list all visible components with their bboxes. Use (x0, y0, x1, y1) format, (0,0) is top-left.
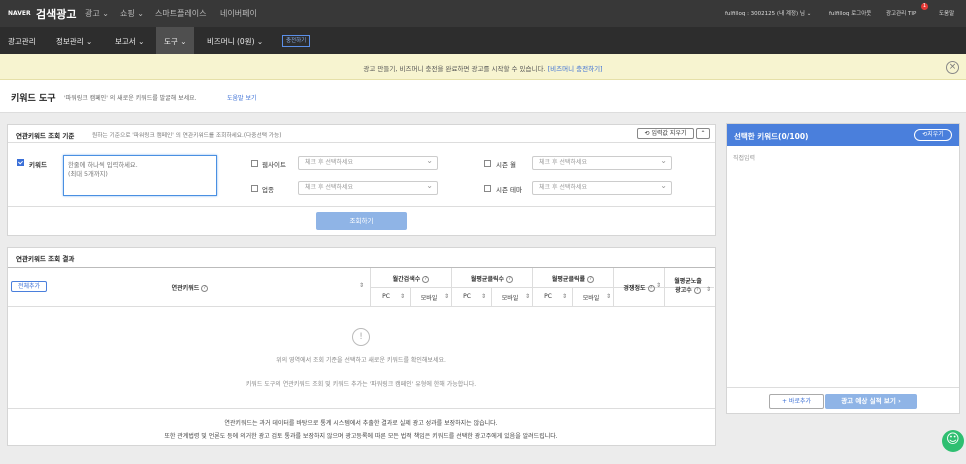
page-description: '파워링크 캠페인' 의 새로운 키워드를 발굴해 보세요. (64, 95, 197, 102)
keyword-checkbox[interactable] (17, 159, 24, 166)
col-avg-ads[interactable]: 월평균노출 광고수 ? (666, 277, 710, 295)
help-icon[interactable]: ? (201, 285, 209, 292)
tip-link[interactable]: 광고관리 TIP (886, 9, 916, 17)
website-label: 웹사이트 (262, 161, 286, 169)
divider (410, 288, 411, 306)
empty-note: 키워드 도구의 연관키워드 조회 및 키워드 추가는 '파워링크 캠페인' 유형… (245, 381, 477, 388)
clear-selected-button[interactable]: ⟲지우기 (914, 129, 952, 141)
refresh-icon: ⟲ (644, 130, 650, 137)
season-month-checkbox[interactable] (484, 160, 491, 167)
results-panel-title: 연관키워드 조회 결과 (16, 255, 75, 263)
sub-pc-search[interactable]: PC (371, 293, 401, 300)
divider (8, 267, 715, 268)
divider (8, 142, 715, 143)
close-icon[interactable]: × (946, 61, 959, 74)
sort-icon[interactable]: ⇕ (606, 293, 611, 300)
divider (491, 288, 492, 306)
search-panel-desc: 원하는 기준으로 '파워링크 캠페인' 의 연관키워드를 조회하세요.(다중선택… (92, 133, 282, 139)
search-panel-title: 연관키워드 조회 기준 (16, 132, 75, 140)
direct-input-field[interactable]: 직접입력 (733, 153, 755, 162)
sort-icon[interactable]: ⇕ (706, 286, 711, 293)
col-avg-ctr: 월평균클릭률 ? (533, 274, 613, 283)
service-title[interactable]: 검색광고 (36, 6, 76, 22)
sub-mobile-search[interactable]: 모바일 (412, 293, 446, 302)
collapse-button[interactable]: ⌃ (696, 128, 710, 139)
reset-input-button[interactable]: ⟲ 입력값 지우기 (637, 128, 694, 139)
chatbot-icon[interactable] (942, 430, 964, 452)
naver-logo[interactable]: NAVER (8, 10, 31, 17)
info-icon: ! (352, 328, 370, 346)
selected-keywords-panel (726, 123, 960, 414)
sub-pc-ctr[interactable]: PC (533, 293, 563, 300)
tip-badge: 1 (921, 3, 928, 10)
notice-text: 광고 만들기, 비즈머니 충전을 완료하면 광고를 시작할 수 있습니다. [비… (363, 65, 603, 73)
chevron-up-icon: ⌃ (700, 130, 706, 137)
add-all-button[interactable]: 전체추가 (11, 281, 47, 292)
sort-icon[interactable]: ⇕ (481, 293, 486, 300)
help-link[interactable]: 도움말 (939, 9, 954, 17)
add-now-button[interactable]: + 바로추가 (769, 394, 824, 409)
top-bar (0, 0, 966, 27)
keyword-input[interactable] (63, 155, 217, 196)
sub-mobile-clicks[interactable]: 모바일 (493, 293, 527, 302)
nav-info-management[interactable]: 정보관리 ⌄ (56, 36, 92, 47)
help-icon[interactable]: ? (693, 287, 701, 294)
sort-icon[interactable]: ⇕ (444, 293, 449, 300)
disclaimer-line-1: 연관키워드는 과거 데이터를 바탕으로 통계 시스템에서 추출한 결과로 실제 … (224, 420, 498, 427)
industry-label: 업종 (262, 186, 274, 194)
notice-charge-link[interactable]: [비즈머니 충전하기] (548, 65, 603, 73)
sub-pc-clicks[interactable]: PC (452, 293, 482, 300)
divider (664, 268, 665, 306)
sort-icon[interactable]: ⇕ (656, 282, 661, 289)
divider (8, 408, 715, 409)
help-guide-link[interactable]: 도움말 보기 (227, 93, 257, 102)
divider (8, 306, 715, 307)
season-theme-label: 시즌 테마 (496, 186, 522, 194)
nav-bar (0, 27, 966, 54)
season-month-select[interactable]: 체크 후 선택하세요 (532, 155, 672, 170)
col-keyword[interactable]: 연관키워드 ? (140, 283, 240, 292)
charge-button[interactable]: 충전하기 (282, 35, 311, 47)
col-search-count: 월간검색수 ? (371, 274, 451, 283)
industry-select[interactable]: 체크 후 선택하세요 (298, 180, 438, 195)
search-submit-button[interactable]: 조회하기 (316, 212, 407, 230)
nav-reports[interactable]: 보고서 ⌄ (115, 36, 144, 47)
website-select[interactable]: 체크 후 선택하세요 (298, 155, 438, 170)
help-icon[interactable]: ? (647, 285, 655, 292)
divider (727, 387, 959, 388)
top-menu-smartplace[interactable]: 스마트플레이스 (155, 8, 207, 19)
industry-checkbox[interactable] (251, 185, 258, 192)
help-icon[interactable]: ? (506, 276, 514, 283)
logout-link[interactable]: fulfilloq 로그아웃 (829, 9, 871, 17)
sort-icon[interactable]: ⇕ (400, 293, 405, 300)
help-icon[interactable]: ? (587, 276, 595, 283)
empty-message: 위의 영역에서 조회 기준을 선택하고 새로운 키워드를 확인해보세요. (276, 357, 446, 364)
sort-icon[interactable]: ⇕ (525, 293, 530, 300)
selected-panel-title: 선택한 키워드(0/100) (734, 132, 809, 141)
col-avg-clicks: 월평균클릭수 ? (452, 274, 532, 283)
sub-mobile-ctr[interactable]: 모바일 (574, 293, 608, 302)
top-menu-ads[interactable]: 광고 ⌄ (85, 8, 109, 19)
estimate-performance-button[interactable]: 광고 예상 실적 보기 › (825, 394, 917, 409)
season-theme-checkbox[interactable] (484, 185, 491, 192)
nav-bizmoney[interactable]: 비즈머니 (0원) ⌄ (207, 36, 263, 47)
website-checkbox[interactable] (251, 160, 258, 167)
sort-icon[interactable]: ⇕ (562, 293, 567, 300)
nav-ad-management[interactable]: 광고관리 (8, 36, 36, 47)
keyword-label: 키워드 (29, 161, 47, 169)
page-header: 키워드 도구 '파워링크 캠페인' 의 새로운 키워드를 발굴해 보세요. 도움… (0, 80, 966, 113)
season-theme-select[interactable]: 체크 후 선택하세요 (532, 180, 672, 195)
disclaimer-line-2: 또한 관계법령 및 언론도 등에 의거한 광고 검토 통과를 보장하지 않으며 … (164, 433, 558, 440)
top-menu-shopping[interactable]: 쇼핑 ⌄ (120, 8, 144, 19)
account-menu[interactable]: fulfilloq : 3002125 (내 계정) 님 ⌄ (725, 9, 811, 17)
divider (8, 206, 715, 207)
season-month-label: 시즌 월 (496, 161, 517, 169)
sort-icon[interactable]: ⇕ (359, 282, 364, 289)
nav-tools[interactable]: 도구 ⌄ (164, 36, 186, 47)
help-icon[interactable]: ? (422, 276, 430, 283)
page-title: 키워드 도구 (11, 94, 56, 104)
notice-bar: 광고 만들기, 비즈머니 충전을 완료하면 광고를 시작할 수 있습니다. [비… (0, 54, 966, 80)
top-menu-naverpay[interactable]: 네이버페이 (220, 8, 257, 19)
divider (572, 288, 573, 306)
